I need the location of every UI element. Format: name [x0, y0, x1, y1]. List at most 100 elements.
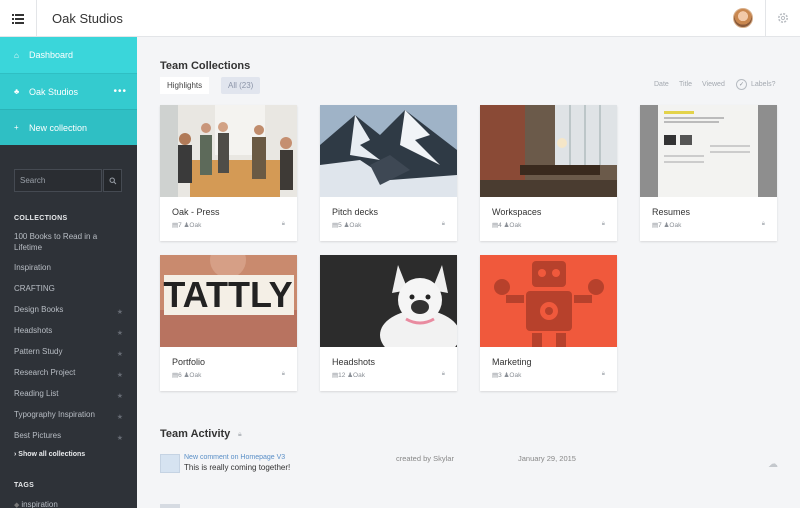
lock-icon: 🔒︎	[601, 221, 605, 227]
team-icon: ♣	[14, 87, 20, 96]
collection-meta: ▤4 ♟Oak	[492, 221, 521, 229]
item-count: 12	[338, 372, 346, 379]
collection-label: 100 Books to Read in a Lifetime	[14, 232, 98, 252]
lock-icon: 🔒︎	[281, 371, 285, 377]
star-icon[interactable]: ★	[117, 370, 123, 381]
sidebar-item-collection[interactable]: Research Project ★	[0, 367, 137, 388]
sidebar-item-label: New collection	[29, 122, 88, 133]
sidebar-item-collection[interactable]: Headshots ★	[0, 325, 137, 346]
sidebar-item-collection[interactable]: Inspiration	[0, 262, 137, 283]
activity-thumbnail[interactable]	[160, 454, 180, 473]
activity-link[interactable]: New comment on Homepage V3	[184, 454, 285, 461]
sidebar-item-collection[interactable]: Typography Inspiration ★	[0, 409, 137, 430]
show-all-collections-link[interactable]: › Show all collections	[14, 451, 85, 458]
show-all-label: Show all collections	[18, 451, 86, 458]
tab-all[interactable]: All (23)	[221, 77, 261, 94]
cloud-icon[interactable]: ☁	[768, 459, 778, 470]
sidebar-item-collection[interactable]: CRAFTING	[0, 283, 137, 304]
plus-icon: +	[14, 123, 19, 132]
owner-name: Oak	[189, 222, 202, 229]
sort-viewed[interactable]: Viewed	[702, 81, 725, 88]
sort-title[interactable]: Title	[679, 81, 692, 88]
lock-icon: 🔒︎	[441, 371, 445, 377]
collection-card[interactable]: Headshots ▤12 ♟Oak 🔒︎	[320, 255, 457, 391]
search-icon	[109, 177, 116, 184]
owner-name: Oak	[509, 222, 522, 229]
svg-text:TATTLY: TATTLY	[163, 274, 292, 315]
star-icon[interactable]: ★	[117, 391, 123, 402]
collection-meta: ▤3 ♟Oak	[492, 371, 521, 379]
collection-card[interactable]: Marketing ▤3 ♟Oak 🔒︎	[480, 255, 617, 391]
collection-thumbnail	[320, 255, 457, 347]
divider	[765, 0, 766, 37]
tag-label: inspiration	[21, 500, 58, 508]
sidebar: ⌂ Dashboard ♣ Oak Studios ••• + New coll…	[0, 37, 137, 508]
activity-thumbnail	[160, 504, 180, 508]
collection-name: Resumes	[652, 207, 691, 217]
collection-card[interactable]: Resumes ▤7 ♟Oak 🔒︎	[640, 105, 777, 241]
collection-card[interactable]: Oak - Press ▤7 ♟Oak 🔒︎	[160, 105, 297, 241]
sort-date[interactable]: Date	[654, 81, 669, 88]
sidebar-item-label: Oak Studios	[29, 86, 79, 97]
collection-label: Inspiration	[14, 263, 51, 272]
star-icon[interactable]: ★	[117, 433, 123, 444]
activity-date: January 29, 2015	[518, 454, 576, 463]
lock-icon: 🔒︎	[281, 221, 285, 227]
new-collection-button[interactable]: + New collection	[0, 109, 137, 145]
collection-label: CRAFTING	[14, 284, 55, 293]
collection-label: Typography Inspiration	[14, 410, 95, 419]
search-button[interactable]	[103, 169, 122, 192]
sidebar-item-tag[interactable]: ◆ inspiration	[14, 500, 58, 508]
item-count: 4	[498, 222, 502, 229]
lock-icon: 🔒︎	[761, 221, 765, 227]
sidebar-nav: ⌂ Dashboard ♣ Oak Studios ••• + New coll…	[0, 37, 137, 145]
activity-title: Team Activity	[160, 428, 231, 440]
tab-highlights[interactable]: Highlights	[160, 77, 210, 94]
gear-icon[interactable]	[776, 11, 790, 25]
sidebar-item-collection[interactable]: 100 Books to Read in a Lifetime	[0, 231, 110, 262]
collection-thumbnail: TATTLY	[160, 255, 297, 347]
activity-row-partial	[160, 504, 780, 508]
collection-label: Reading List	[14, 389, 59, 398]
collection-card[interactable]: Pitch decks ▤5 ♟Oak 🔒︎	[320, 105, 457, 241]
collection-label: Pattern Study	[14, 347, 63, 356]
owner-name: Oak	[349, 222, 362, 229]
star-icon[interactable]: ★	[117, 307, 123, 318]
sidebar-item-collection[interactable]: Reading List ★	[0, 388, 137, 409]
collection-thumbnail	[480, 255, 617, 347]
collection-thumbnail	[320, 105, 457, 197]
top-bar: Oak Studios	[0, 0, 800, 37]
lock-icon: 🔒︎	[441, 221, 445, 227]
more-options-icon[interactable]: •••	[113, 86, 127, 97]
menu-button[interactable]	[0, 0, 37, 37]
avatar[interactable]	[733, 8, 753, 28]
collection-card[interactable]: TATTLY Portfolio ▤6 ♟Oak 🔒︎	[160, 255, 297, 391]
labels-toggle[interactable]: Labels?	[751, 81, 776, 88]
collection-meta: ▤7 ♟Oak	[652, 221, 681, 229]
star-icon[interactable]: ★	[117, 412, 123, 423]
page-title: Team Collections	[160, 60, 251, 72]
collection-name: Marketing	[492, 357, 532, 367]
collection-meta: ▤5 ♟Oak	[332, 221, 361, 229]
star-icon[interactable]: ★	[117, 349, 123, 360]
sidebar-item-oak-studios[interactable]: ♣ Oak Studios •••	[0, 73, 137, 109]
collection-label: Research Project	[14, 368, 76, 377]
sidebar-item-collection[interactable]: Best Pictures ★	[0, 430, 137, 451]
sidebar-item-dashboard[interactable]: ⌂ Dashboard	[0, 37, 137, 73]
collection-name: Portfolio	[172, 357, 206, 367]
collection-label: Headshots	[14, 326, 53, 335]
collection-card[interactable]: Workspaces ▤4 ♟Oak 🔒︎	[480, 105, 617, 241]
collection-meta: ▤7 ♟Oak	[172, 221, 201, 229]
collections-list: 100 Books to Read in a Lifetime Inspirat…	[0, 231, 137, 451]
tags-heading: TAGS	[14, 482, 35, 489]
sidebar-item-collection[interactable]: Design Books ★	[0, 304, 137, 325]
collection-thumbnail	[160, 105, 297, 197]
star-icon[interactable]: ★	[117, 328, 123, 339]
item-count: 3	[498, 372, 502, 379]
sidebar-item-collection[interactable]: Pattern Study ★	[0, 346, 137, 367]
collection-thumbnail	[640, 105, 777, 197]
collection-name: Headshots	[332, 357, 376, 367]
item-count: 6	[178, 372, 182, 379]
search-input[interactable]	[14, 169, 102, 192]
check-icon[interactable]: ✓	[736, 79, 747, 90]
